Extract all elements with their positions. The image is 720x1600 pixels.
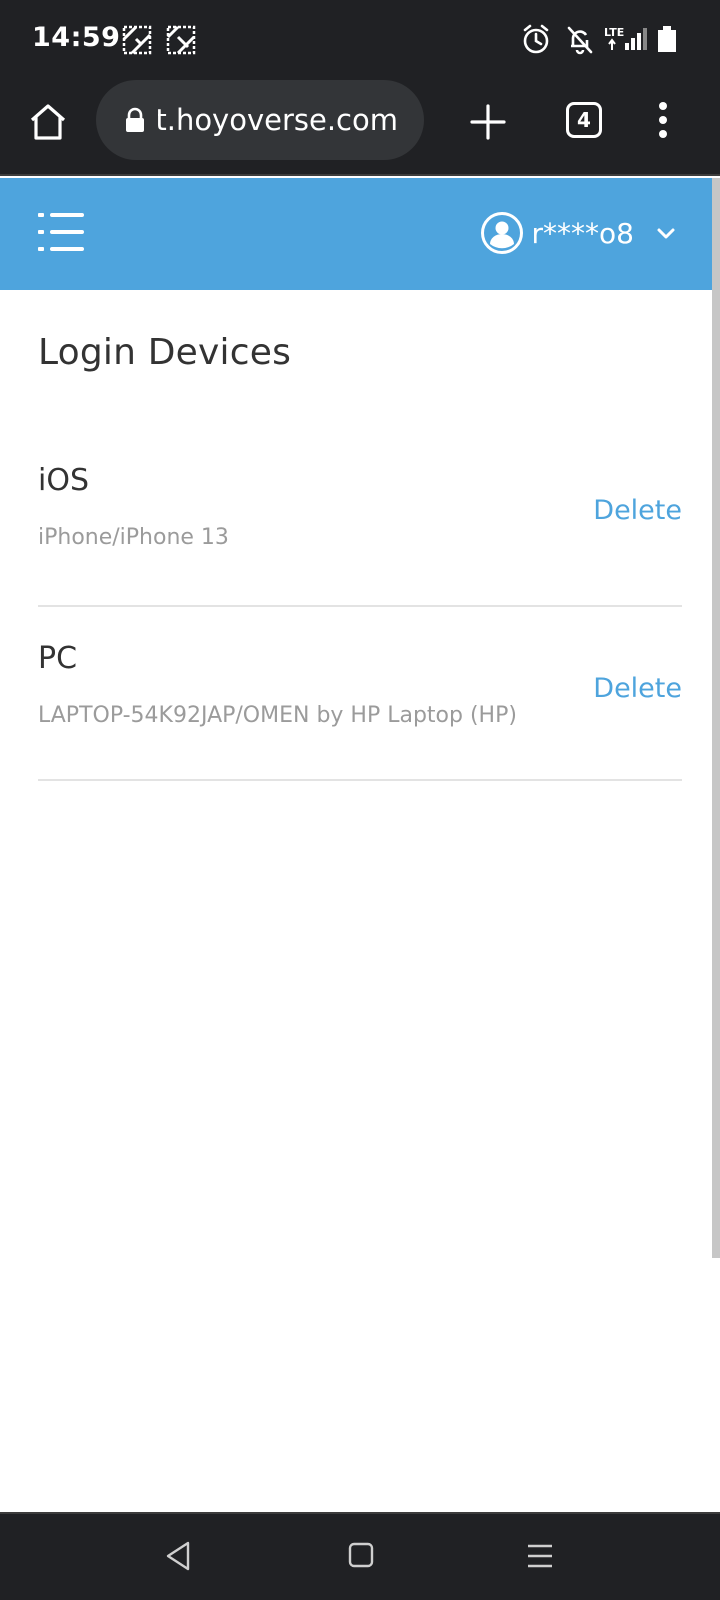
device-name: PC [38, 641, 78, 676]
menu-icon[interactable] [38, 210, 84, 254]
lock-icon [126, 107, 144, 132]
scrollbar[interactable] [712, 178, 720, 1258]
device-detail: LAPTOP-54K92JAP/OMEN by HP Laptop (HP) [38, 703, 517, 728]
address-bar[interactable]: account.hoyoverse.com [96, 80, 424, 160]
browser-toolbar: account.hoyoverse.com 4 [0, 80, 720, 176]
url-text[interactable]: account.hoyoverse.com [158, 103, 398, 137]
delete-button[interactable]: Delete [593, 495, 682, 526]
main-content: Login Devices iOS iPhone/iPhone 13 Delet… [38, 290, 682, 781]
home-square-icon[interactable] [348, 1542, 374, 1568]
device-detail: iPhone/iPhone 13 [38, 525, 229, 550]
username: r****o8 [531, 216, 634, 250]
home-icon[interactable] [26, 100, 70, 144]
notification-icon [122, 25, 152, 55]
status-bar: 14:59 LTE [0, 0, 720, 80]
tabs-icon[interactable]: 4 [566, 102, 602, 138]
device-name: iOS [38, 463, 89, 498]
app-header: r****o8 [0, 178, 712, 290]
tab-count: 4 [577, 108, 591, 132]
back-icon[interactable] [164, 1540, 192, 1572]
device-row-ios: iOS iPhone/iPhone 13 Delete [38, 429, 682, 607]
delete-button[interactable]: Delete [593, 673, 682, 704]
recent-apps-icon[interactable] [526, 1542, 554, 1570]
user-menu[interactable]: r****o8 [480, 210, 676, 256]
battery-icon [658, 26, 676, 52]
status-time: 14:59 [32, 22, 121, 53]
notification-icon [166, 25, 196, 55]
page-title: Login Devices [38, 332, 292, 373]
user-avatar-icon [480, 212, 523, 254]
device-list: iOS iPhone/iPhone 13 Delete PC LAPTOP-54… [38, 429, 682, 781]
chevron-down-icon [657, 228, 675, 239]
lte-signal-icon: LTE [604, 24, 650, 56]
alarm-icon [523, 24, 549, 54]
device-row-pc: PC LAPTOP-54K92JAP/OMEN by HP Laptop (HP… [38, 607, 682, 781]
plus-icon[interactable] [466, 100, 510, 144]
overflow-menu-icon[interactable] [648, 98, 678, 142]
bell-off-icon [567, 26, 593, 55]
system-nav-bar [0, 1512, 720, 1600]
